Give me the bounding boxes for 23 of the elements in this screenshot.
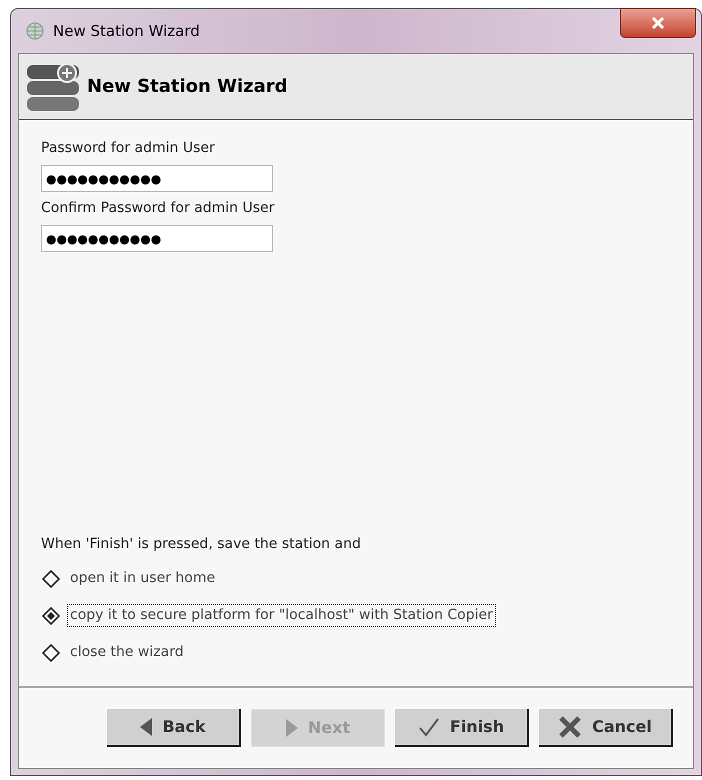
field-label: Confirm Password for admin User (41, 199, 276, 218)
radio-diamond[interactable] (41, 642, 61, 662)
prompt-text: When 'Finish' is pressed, save the station and (41, 535, 362, 554)
field-label: Password for admin User (41, 139, 216, 158)
option-label[interactable]: open it in user home (67, 567, 218, 590)
checkmark-icon (418, 717, 440, 737)
right-triangle-icon (286, 719, 298, 737)
password-field[interactable]: ●●●●●●●●●●● (41, 165, 273, 192)
finish-button[interactable]: Finish (395, 709, 529, 747)
wizard-title: New Station Wizard (87, 75, 288, 99)
option-label[interactable]: copy it to secure platform for "localhost" with Station Copier (67, 604, 496, 627)
left-triangle-icon (140, 718, 152, 736)
window-title: New Station Wizard (53, 20, 200, 42)
close-icon (558, 716, 582, 738)
radio-diamond[interactable] (41, 568, 61, 588)
radio-diamond[interactable] (41, 606, 61, 626)
close-button[interactable] (620, 8, 696, 38)
globe-icon (26, 22, 44, 40)
close-icon (651, 17, 665, 29)
option-label[interactable]: close the wizard (67, 641, 187, 664)
cancel-button[interactable]: Cancel (539, 709, 673, 747)
back-button[interactable]: Back (107, 709, 241, 747)
password-field[interactable]: ●●●●●●●●●●● (41, 225, 273, 252)
